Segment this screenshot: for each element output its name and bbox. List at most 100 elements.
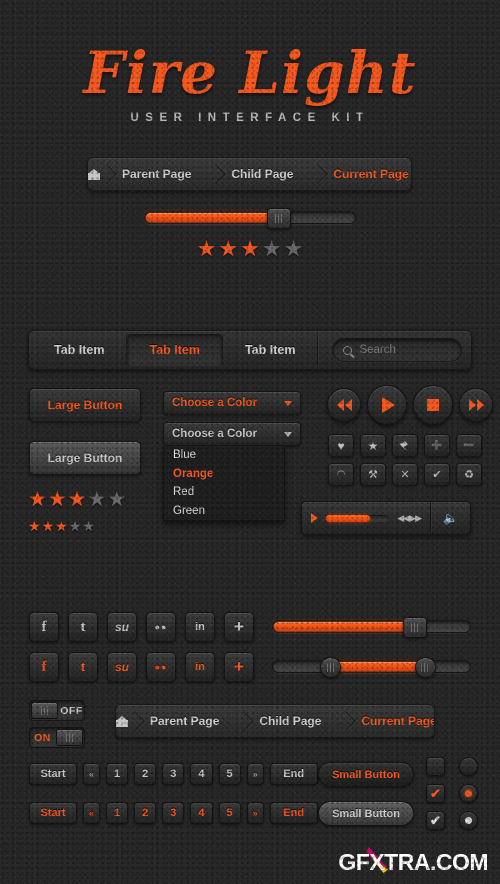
dropdown-option-blue[interactable]: Blue bbox=[164, 446, 284, 465]
media-controls[interactable] bbox=[327, 385, 493, 425]
tab-item-3[interactable]: Tab Item bbox=[223, 334, 319, 366]
linkedin-icon-button[interactable]: in bbox=[185, 612, 215, 642]
pagination-start[interactable]: Start bbox=[29, 802, 77, 824]
social-row-gray[interactable]: f t su ●● in + bbox=[29, 612, 254, 642]
heart-icon-button[interactable]: ♥ bbox=[328, 434, 354, 457]
twitter-icon-button[interactable]: t bbox=[68, 612, 98, 642]
stumbleupon-icon-button[interactable]: su bbox=[107, 612, 137, 642]
facebook-icon-button[interactable]: f bbox=[29, 612, 59, 642]
star-icon[interactable]: ★ bbox=[69, 519, 82, 533]
star-icon[interactable]: ★ bbox=[28, 489, 47, 510]
player-progress-area[interactable]: ◀◀▶▶ bbox=[302, 513, 430, 524]
breadcrumb-item-current[interactable]: Current Page bbox=[311, 158, 411, 190]
rating-large[interactable]: ★ ★ ★ ★ ★ bbox=[28, 489, 126, 510]
star-icon[interactable]: ★ bbox=[262, 238, 282, 260]
small-button-secondary[interactable]: Small Button bbox=[318, 801, 414, 826]
side-slider-range[interactable] bbox=[272, 657, 471, 678]
stop-button[interactable] bbox=[413, 385, 453, 425]
pagination-page-5[interactable]: 5 bbox=[218, 763, 241, 785]
linkedin-icon-button[interactable]: in bbox=[185, 652, 215, 682]
social-row-orange[interactable]: f t su ●● in + bbox=[29, 652, 254, 682]
pagination-prev[interactable]: « bbox=[83, 763, 101, 785]
pagination-end[interactable]: End bbox=[269, 802, 318, 824]
pagination-page-2[interactable]: 2 bbox=[134, 763, 157, 785]
breadcrumb-item-parent[interactable]: Parent Page bbox=[100, 158, 209, 190]
large-button-secondary[interactable]: Large Button bbox=[29, 441, 141, 475]
close-icon-button[interactable]: ✕ bbox=[392, 463, 418, 486]
breadcrumb-secondary[interactable]: Parent Page Child Page Current Page bbox=[115, 704, 435, 738]
checkbox-checked-orange[interactable]: ✔ bbox=[426, 784, 445, 803]
top-slider-track[interactable] bbox=[144, 208, 356, 229]
dropdown-options[interactable]: Blue Orange Red Green bbox=[163, 446, 285, 521]
flickr-icon-button[interactable]: ●● bbox=[146, 612, 176, 642]
pagination-page-5[interactable]: 5 bbox=[218, 802, 241, 824]
tab-item-2[interactable]: Tab Item bbox=[127, 334, 223, 366]
star-icon[interactable]: ★ bbox=[68, 489, 87, 510]
pagination-orange[interactable]: Start « 1 2 3 4 5 » End bbox=[29, 802, 318, 824]
rating-small[interactable]: ★ ★ ★ ★ ★ bbox=[28, 519, 95, 533]
select-color-primary[interactable]: Choose a Color bbox=[163, 391, 301, 415]
forward-button[interactable] bbox=[459, 388, 493, 422]
checkbox-unchecked[interactable] bbox=[426, 757, 445, 776]
pagination-page-3[interactable]: 3 bbox=[162, 802, 185, 824]
side-slider-single[interactable] bbox=[272, 617, 471, 638]
player-progress-track[interactable] bbox=[326, 514, 390, 522]
stumbleupon-icon-button[interactable]: su bbox=[107, 652, 137, 682]
plus-icon-button[interactable]: ➕ bbox=[424, 434, 450, 457]
googleplus-icon-button[interactable]: + bbox=[224, 652, 254, 682]
dropdown-option-red[interactable]: Red bbox=[164, 483, 284, 502]
pagination-end[interactable]: End bbox=[269, 763, 318, 785]
flickr-icon-button[interactable]: ●● bbox=[146, 652, 176, 682]
tab-item-1[interactable]: Tab Item bbox=[32, 334, 128, 366]
breadcrumb-item-child[interactable]: Child Page bbox=[209, 158, 311, 190]
play-button[interactable] bbox=[367, 385, 407, 425]
checkbox-radio-group[interactable]: ✔ ✔ bbox=[426, 757, 478, 830]
rss-icon-button[interactable]: ◠ bbox=[328, 463, 354, 486]
pagination-page-1[interactable]: 1 bbox=[106, 802, 129, 824]
pagination-next[interactable]: » bbox=[246, 763, 264, 785]
googleplus-icon-button[interactable]: + bbox=[224, 612, 254, 642]
pagination-page-4[interactable]: 4 bbox=[190, 802, 213, 824]
radio-selected-white[interactable] bbox=[459, 811, 478, 830]
dropdown-option-orange[interactable]: Orange bbox=[164, 465, 284, 484]
skip-icon[interactable]: ◀◀▶▶ bbox=[397, 513, 422, 524]
top-slider-handle[interactable] bbox=[266, 208, 291, 229]
breadcrumb-item-current[interactable]: Current Page bbox=[339, 705, 434, 737]
star-icon[interactable]: ★ bbox=[87, 489, 106, 510]
star-icon[interactable]: ★ bbox=[218, 238, 238, 260]
breadcrumb[interactable]: Parent Page Child Page Current Page bbox=[87, 157, 412, 191]
search-input[interactable]: Search bbox=[332, 338, 462, 362]
pagination-prev[interactable]: « bbox=[83, 802, 101, 824]
star-icon[interactable]: ★ bbox=[284, 238, 304, 260]
radio-selected-orange[interactable] bbox=[459, 784, 478, 803]
tag-icon-button[interactable]: ⚑ bbox=[392, 434, 418, 457]
twitter-icon-button[interactable]: t bbox=[68, 652, 98, 682]
minus-icon-button[interactable]: ➖ bbox=[456, 434, 482, 457]
toggle-knob[interactable] bbox=[31, 702, 58, 719]
wrench-icon-button[interactable]: ⚒ bbox=[360, 463, 386, 486]
star-icon[interactable]: ★ bbox=[240, 238, 260, 260]
icon-grid[interactable]: ♥ ★ ⚑ ➕ ➖ ◠ ⚒ ✕ ✔ ♻ bbox=[328, 434, 482, 486]
pagination-page-1[interactable]: 1 bbox=[106, 763, 129, 785]
rewind-button[interactable] bbox=[327, 388, 361, 422]
breadcrumb-item-parent[interactable]: Parent Page bbox=[128, 705, 237, 737]
star-icon[interactable]: ★ bbox=[55, 519, 68, 533]
toggle-on[interactable]: ON bbox=[29, 727, 85, 748]
small-button-primary[interactable]: Small Button bbox=[318, 762, 414, 787]
pagination-gray[interactable]: Start « 1 2 3 4 5 » End bbox=[29, 763, 318, 785]
rating-top[interactable]: ★ ★ ★ ★ ★ bbox=[0, 238, 500, 260]
breadcrumb-item-child[interactable]: Child Page bbox=[237, 705, 339, 737]
large-button-primary[interactable]: Large Button bbox=[29, 388, 141, 422]
range-handle-end[interactable] bbox=[414, 657, 436, 678]
radio-unselected[interactable] bbox=[459, 757, 478, 776]
toggle-knob[interactable] bbox=[56, 729, 83, 746]
star-icon-button[interactable]: ★ bbox=[360, 434, 386, 457]
trash-icon-button[interactable]: ♻ bbox=[456, 463, 482, 486]
facebook-icon-button[interactable]: f bbox=[29, 652, 59, 682]
tab-bar[interactable]: Tab Item Tab Item Tab Item Search bbox=[28, 330, 472, 370]
star-icon[interactable]: ★ bbox=[28, 519, 41, 533]
pagination-page-3[interactable]: 3 bbox=[162, 763, 185, 785]
checkbox-checked-white[interactable]: ✔ bbox=[426, 811, 445, 830]
range-handle-start[interactable] bbox=[320, 657, 342, 678]
media-player[interactable]: ◀◀▶▶ 🔈 bbox=[301, 501, 471, 535]
